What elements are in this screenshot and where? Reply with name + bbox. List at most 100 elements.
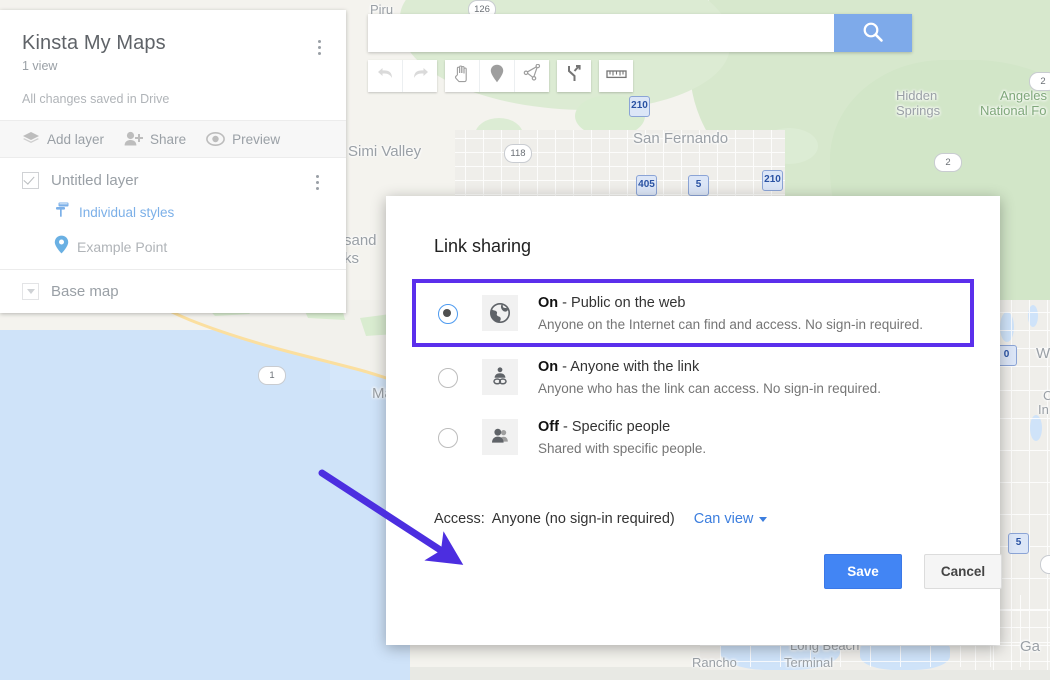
person-link-icon: [482, 359, 518, 395]
sharing-option-separator: -: [558, 359, 571, 375]
map-route-shield: 1: [258, 366, 286, 385]
map-route-shield: 2: [1029, 72, 1050, 91]
map-label: Terminal: [784, 655, 834, 670]
map-label: National Fo: [980, 103, 1047, 118]
undo-button[interactable]: [368, 60, 403, 92]
map-route-shield: 5: [1008, 533, 1029, 554]
sharing-option-text: On - Anyone with the link Anyone who has…: [538, 356, 881, 398]
feature-name-label: Example Point: [77, 239, 168, 255]
map-options-kebab-menu-icon[interactable]: [310, 40, 328, 58]
layer-options-kebab-menu-icon[interactable]: [308, 175, 326, 193]
sharing-option-text: Off - Specific people Shared with specif…: [538, 416, 706, 458]
permission-label: Can view: [693, 511, 754, 527]
map-side-panel[interactable]: Kinsta My Maps 1 view All changes saved …: [0, 10, 346, 313]
directions-tool-group: [557, 60, 591, 92]
caret-down-icon: [759, 516, 768, 522]
add-layer-button[interactable]: Add layer: [22, 131, 104, 147]
base-map-label: Base map: [51, 283, 119, 300]
sharing-option-description: Shared with specific people.: [538, 441, 707, 456]
layer-section: Untitled layer Individual styles Example…: [0, 158, 346, 269]
map-label: Simi Valley: [348, 143, 422, 160]
dialog-title: Link sharing: [434, 236, 532, 256]
history-tool-group: [368, 60, 437, 92]
map-label: Hidden: [896, 88, 938, 103]
chevron-down-icon: [22, 283, 39, 300]
sharing-option-state: On: [538, 295, 559, 311]
measure-tool-group: [599, 60, 633, 92]
map-pin-icon: [54, 235, 69, 259]
search-button[interactable]: [834, 14, 912, 52]
access-value: Anyone (no sign-in required): [491, 511, 675, 527]
paint-roller-icon: [54, 201, 71, 223]
map-label: Springs: [896, 103, 941, 118]
map-route-shield: 210: [629, 96, 650, 117]
map-label: C: [1043, 388, 1050, 403]
layer-name-label: Untitled layer: [51, 172, 139, 189]
sharing-option-specific-people[interactable]: Off - Specific people Shared with specif…: [412, 407, 974, 467]
map-route-shield: 405: [636, 175, 657, 196]
sharing-option-name: Public on the web: [571, 295, 686, 311]
cancel-button[interactable]: Cancel: [924, 554, 1002, 589]
polyline-icon: [522, 63, 542, 88]
redo-button[interactable]: [403, 60, 437, 92]
add-marker-button[interactable]: [480, 60, 515, 92]
sharing-option-description: Anyone on the Internet can find and acce…: [538, 317, 923, 332]
draw-tool-group: [445, 60, 549, 92]
preview-label: Preview: [232, 131, 281, 147]
person-icon: [482, 419, 518, 455]
map-label: San Fernando: [633, 130, 729, 147]
map-route-shield: 118: [504, 144, 532, 163]
map-route-shield: 9: [1040, 555, 1050, 574]
map-route-shield: 2: [934, 153, 962, 172]
draw-line-button[interactable]: [515, 60, 549, 92]
map-search-bar[interactable]: [368, 14, 912, 52]
share-button[interactable]: Share: [124, 131, 186, 147]
sharing-option-name: Anyone with the link: [570, 359, 700, 375]
sharing-option-public-on-web[interactable]: On - Public on the web Anyone on the Int…: [412, 279, 974, 347]
map-label: W: [1036, 345, 1050, 362]
map-edit-toolbar[interactable]: [368, 60, 633, 92]
view-count: 1 view: [22, 59, 58, 73]
access-label: Access:: [434, 511, 485, 527]
sharing-option-title: Off - Specific people: [538, 417, 706, 437]
preview-button[interactable]: Preview: [206, 132, 280, 147]
redo-arrow-icon: [412, 66, 429, 86]
individual-styles-label: Individual styles: [79, 204, 175, 220]
feature-row[interactable]: Example Point: [54, 235, 324, 259]
share-label: Share: [150, 131, 187, 147]
map-route-shield: 5: [688, 175, 709, 196]
search-icon: [862, 21, 884, 46]
map-label: ks: [344, 250, 359, 267]
eye-icon: [206, 132, 225, 146]
map-label: Rancho: [692, 655, 737, 670]
radio-specific-people[interactable]: [438, 428, 458, 448]
radio-anyone-with-link[interactable]: [438, 368, 458, 388]
hand-icon: [453, 64, 471, 88]
map-pin-icon: [490, 64, 504, 88]
panel-header: Kinsta My Maps 1 view All changes saved …: [0, 10, 346, 120]
layer-row[interactable]: Untitled layer: [22, 172, 324, 189]
add-layer-label: Add layer: [47, 131, 105, 147]
sharing-option-anyone-with-link[interactable]: On - Anyone with the link Anyone who has…: [412, 347, 974, 407]
save-button[interactable]: Save: [824, 554, 902, 589]
person-add-icon: [124, 131, 144, 147]
radio-public-on-web[interactable]: [438, 304, 458, 324]
individual-styles-row[interactable]: Individual styles: [54, 201, 324, 223]
panel-action-bar: Add layer Share Preview: [0, 120, 346, 158]
link-sharing-dialog[interactable]: Link sharing On - Public on the web Anyo…: [386, 196, 1002, 645]
select-tool-button[interactable]: [445, 60, 480, 92]
sharing-option-separator: -: [558, 295, 572, 311]
globe-icon: [482, 295, 518, 331]
layer-visibility-checkbox[interactable]: [22, 172, 39, 189]
permission-dropdown[interactable]: Can view: [694, 511, 768, 527]
dialog-button-row: Save Cancel: [824, 554, 1002, 589]
measure-button[interactable]: [599, 60, 633, 92]
page-title: Kinsta My Maps: [22, 32, 166, 54]
sharing-option-text: On - Public on the web Anyone on the Int…: [538, 292, 923, 334]
sharing-option-title: On - Anyone with the link: [538, 357, 881, 377]
base-map-row[interactable]: Base map: [0, 269, 346, 313]
directions-button[interactable]: [557, 60, 591, 92]
sharing-option-title: On - Public on the web: [538, 293, 923, 313]
sharing-options-list: On - Public on the web Anyone on the Int…: [386, 279, 1000, 467]
search-input[interactable]: [368, 14, 834, 52]
